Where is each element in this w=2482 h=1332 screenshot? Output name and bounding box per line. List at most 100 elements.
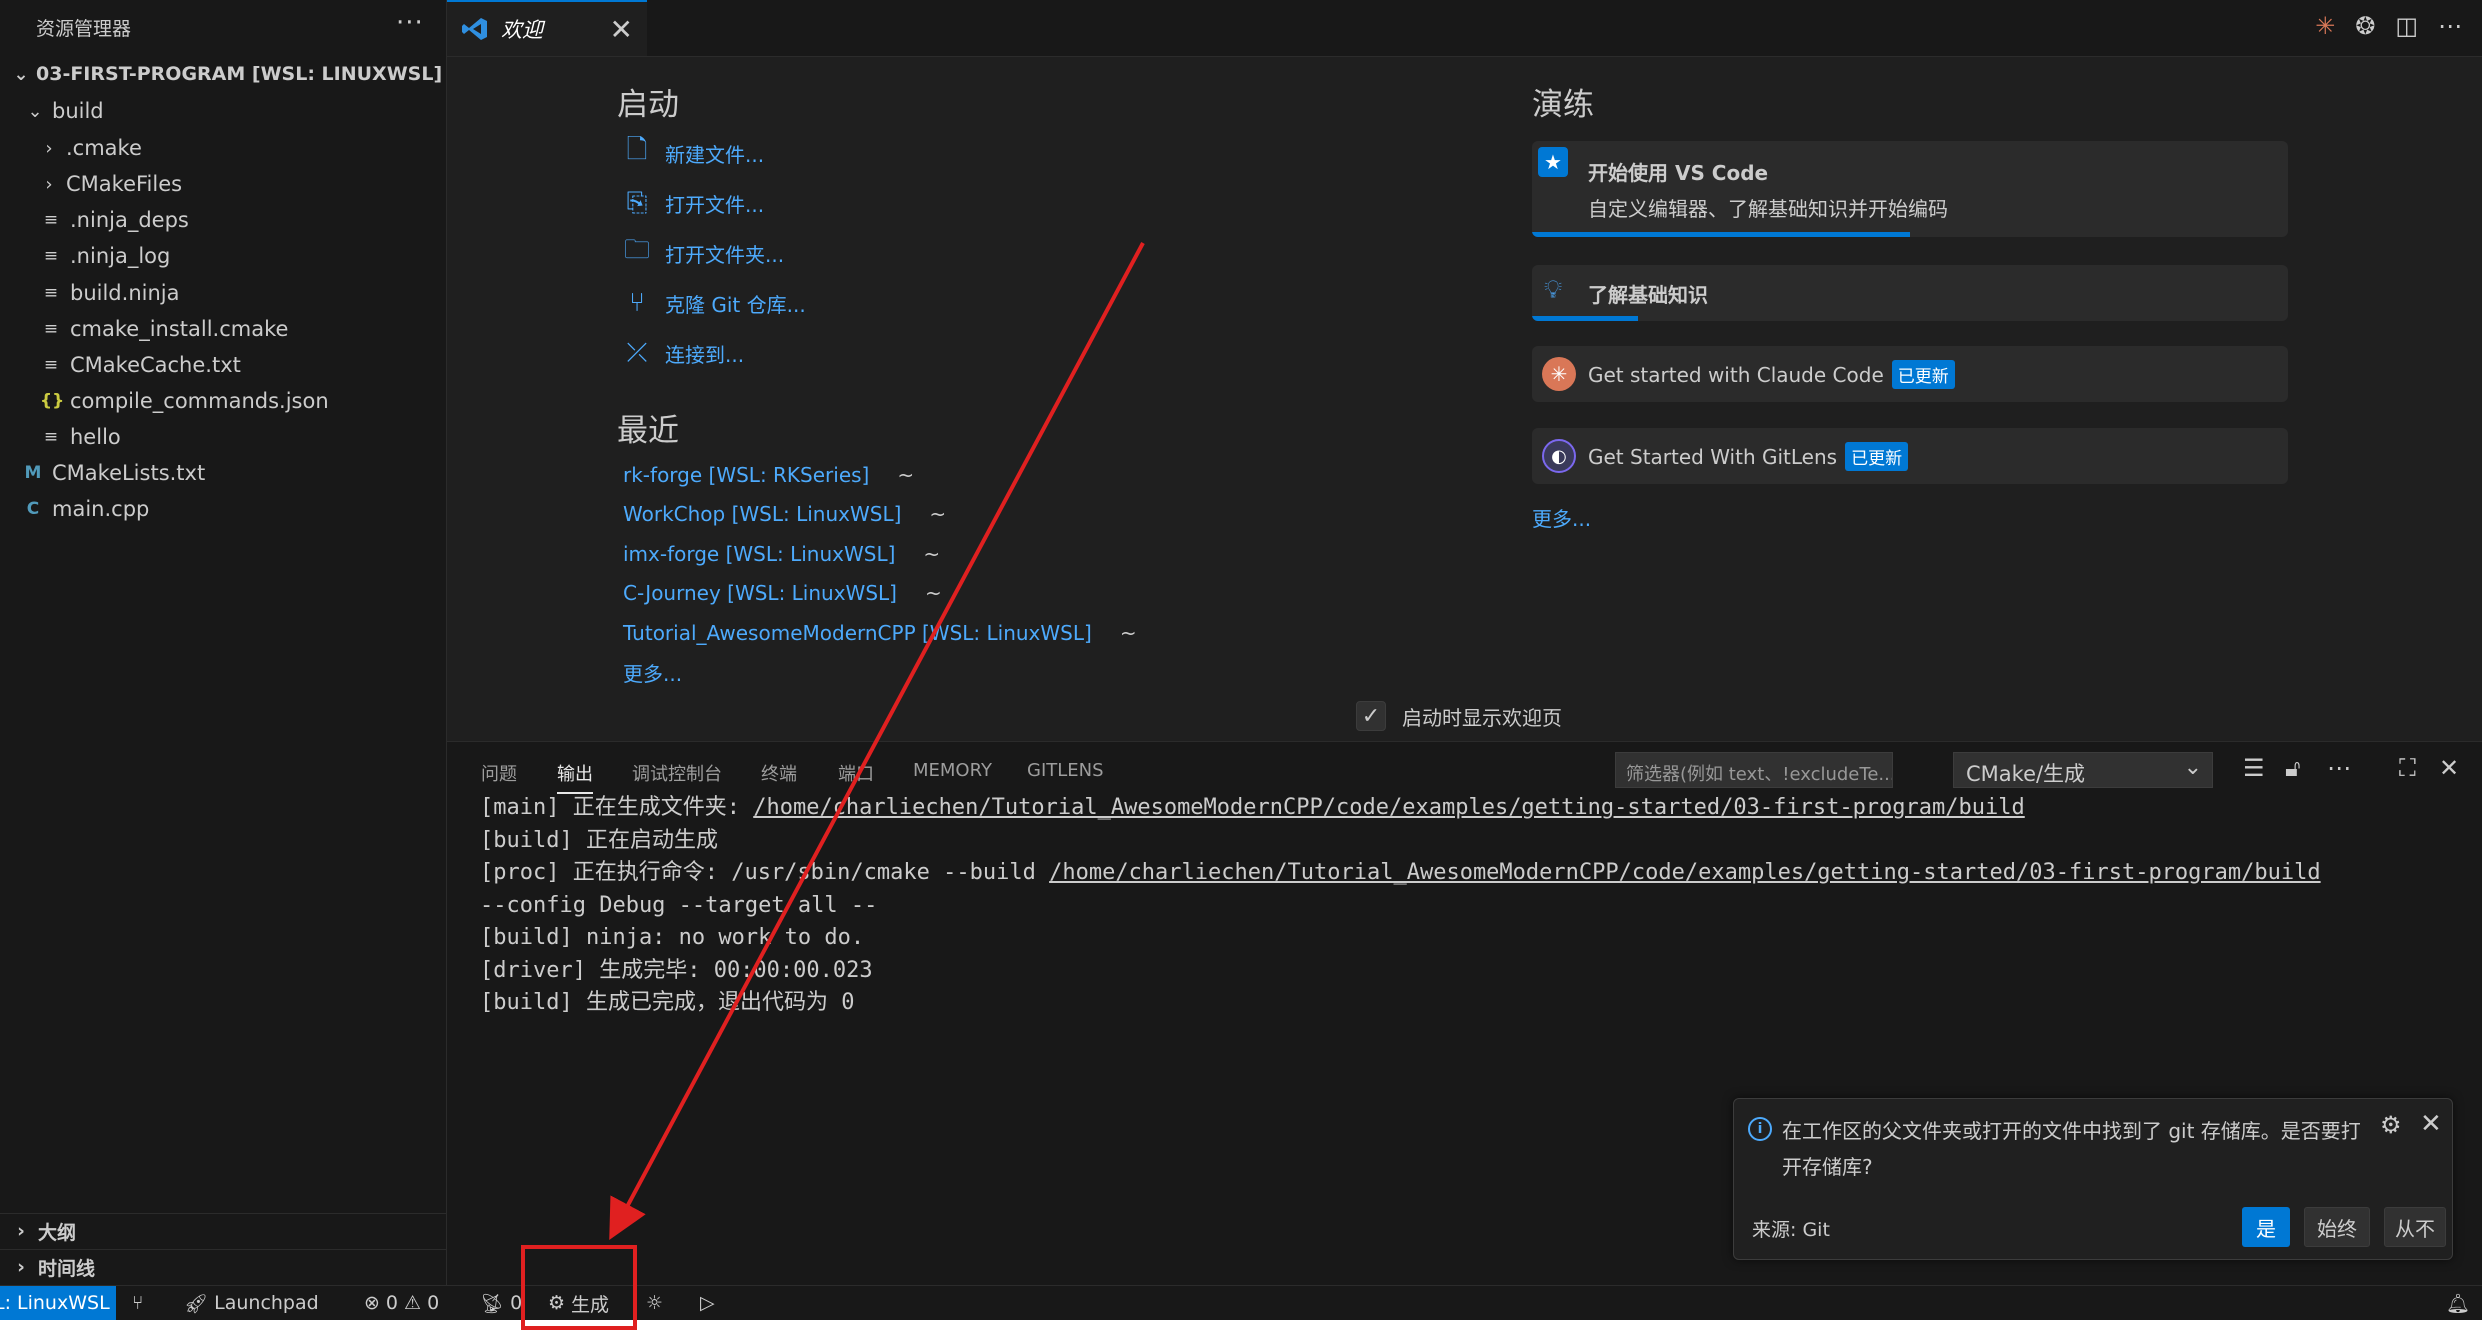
tree-item-main-cpp[interactable]: C main.cpp	[0, 492, 446, 526]
output-path-link[interactable]: /home/charliechen/Tutorial_AwesomeModern…	[753, 795, 2025, 820]
more-actions-icon[interactable]: ⋯	[2327, 754, 2351, 782]
output-line-text: --config Debug --target all --	[480, 892, 878, 918]
source-control-graph-icon[interactable]: ⑂	[132, 1286, 143, 1320]
more-actions-icon[interactable]: ···	[396, 8, 424, 38]
tree-item-hello[interactable]: ≡ hello	[0, 420, 446, 454]
build-label: 生成	[571, 1293, 610, 1316]
recent-item[interactable]: Tutorial_AwesomeModernCPP [WSL: LinuxWSL…	[623, 616, 1137, 650]
workspace-root[interactable]: ⌄ 03-FIRST-PROGRAM [WSL: LINUXWSL]	[0, 57, 446, 91]
run-icon[interactable]: ▷	[700, 1286, 715, 1320]
debug-icon[interactable]: ☼	[646, 1286, 663, 1320]
output-line-text: [proc] 正在执行命令: /usr/sbin/cmake --build	[480, 860, 1050, 885]
close-icon[interactable]: ✕	[2420, 1109, 2442, 1139]
output-line: [proc] 正在执行命令: /usr/sbin/cmake --build /…	[480, 857, 2321, 890]
file-lines-icon: ≡	[43, 427, 59, 447]
checkbox-checked-icon[interactable]: ✓	[1356, 701, 1386, 731]
walkthroughs-more-link[interactable]: 更多...	[1532, 503, 1591, 532]
open-file-label: 打开文件...	[665, 192, 765, 217]
tree-item-build[interactable]: ⌄ build	[0, 94, 446, 128]
show-welcome-on-startup[interactable]: ✓ 启动时显示欢迎页	[1356, 701, 1562, 731]
output-line-text: [main] 正在生成文件夹:	[480, 795, 754, 820]
tree-item-label: build.ninja	[70, 281, 180, 305]
file-lines-icon: ≡	[43, 319, 59, 339]
workspace-root-label: 03-FIRST-PROGRAM [WSL: LINUXWSL]	[36, 63, 443, 85]
tree-item-label: CMakeFiles	[66, 172, 183, 196]
tab-ports[interactable]: 端口	[838, 760, 874, 786]
close-icon[interactable]: ✕	[610, 13, 633, 46]
output-log: [main] 正在生成文件夹: /home/charliechen/Tutori…	[480, 792, 2321, 1020]
tree-item-ninja-log[interactable]: ≡ .ninja_log	[0, 239, 446, 273]
clear-output-icon[interactable]: ☰	[2243, 754, 2265, 782]
tree-item-label: .ninja_log	[70, 244, 171, 268]
recent-item-name: C-Journey [WSL: LinuxWSL]	[623, 581, 897, 605]
output-channel-select[interactable]: CMake/生成 ⌄	[1953, 752, 2213, 788]
problems-item[interactable]: ⊗ 0 ⚠ 0	[364, 1286, 439, 1320]
cmake-file-icon: M	[24, 463, 42, 483]
output-filter-input[interactable]: 筛选器(例如 text、!excludeTe...	[1615, 752, 1893, 788]
recent-item[interactable]: imx-forge [WSL: LinuxWSL] ~	[623, 537, 940, 571]
lock-icon[interactable]: 🔓︎	[2285, 754, 2301, 782]
output-line-text: [build] 生成已完成，退出代码为 0	[480, 990, 855, 1015]
clone-git-link[interactable]: ⑂ 克隆 Git 仓库...	[623, 283, 806, 323]
tree-item-cmakefiles[interactable]: › CMakeFiles	[0, 167, 446, 201]
tree-item-label: compile_commands.json	[70, 389, 329, 413]
close-panel-icon[interactable]: ✕	[2439, 754, 2459, 782]
open-folder-link[interactable]: 🗀 打开文件夹...	[623, 233, 784, 273]
output-path-link[interactable]: /home/charliechen/Tutorial_AwesomeModern…	[1049, 860, 2321, 885]
tree-item-ninja-deps[interactable]: ≡ .ninja_deps	[0, 203, 446, 237]
recent-item[interactable]: WorkChop [WSL: LinuxWSL] ~	[623, 497, 946, 531]
gear-icon[interactable]: ⚙	[2380, 1111, 2402, 1139]
launchpad-item[interactable]: 🚀︎ Launchpad	[184, 1286, 319, 1320]
tree-item-cmake-dir[interactable]: › .cmake	[0, 131, 446, 165]
new-file-link[interactable]: 🗋 新建文件...	[623, 133, 765, 173]
tab-terminal[interactable]: 终端	[761, 760, 797, 786]
split-editor-icon[interactable]: ◫	[2395, 12, 2418, 40]
always-button[interactable]: 始终	[2304, 1207, 2370, 1247]
walkthrough-title: 开始使用 VS Code	[1588, 161, 1769, 185]
maximize-panel-icon[interactable]: ⛶	[2399, 754, 2416, 782]
claude-icon[interactable]: ✳	[2315, 12, 2335, 40]
tree-item-cmake-install[interactable]: ≡ cmake_install.cmake	[0, 312, 446, 346]
tree-item-label: CMakeCache.txt	[70, 353, 241, 377]
file-lines-icon: ≡	[43, 210, 59, 230]
walkthroughs-heading: 演练	[1532, 87, 1594, 123]
chatgpt-icon[interactable]: ❂	[2355, 12, 2375, 40]
never-button[interactable]: 从不	[2384, 1207, 2446, 1247]
connect-to-link[interactable]: ⤫ 连接到...	[623, 333, 744, 373]
walkthrough-title: 了解基础知识	[1588, 283, 1708, 307]
tab-problems[interactable]: 问题	[481, 760, 517, 786]
walkthrough-fundamentals[interactable]: 💡︎ 了解基础知识	[1532, 265, 2288, 321]
open-file-link[interactable]: ⎘ 打开文件...	[623, 183, 764, 223]
remote-indicator[interactable]: L: LinuxWSL	[0, 1286, 116, 1320]
walkthrough-claude-code[interactable]: ✳ Get started with Claude Code 已更新	[1532, 346, 2288, 402]
error-count: 0	[385, 1292, 399, 1314]
more-actions-icon[interactable]: ⋯	[2438, 12, 2462, 40]
recent-more-link[interactable]: 更多...	[623, 658, 682, 687]
output-line: [driver] 生成完毕: 00:00:00.023	[480, 955, 2321, 988]
open-folder-icon: 🗀	[623, 235, 650, 265]
recent-heading: 最近	[617, 413, 679, 449]
tree-item-cmakecache[interactable]: ≡ CMakeCache.txt	[0, 348, 446, 382]
timeline-section[interactable]: › 时间线	[0, 1249, 446, 1284]
tree-item-compile-commands[interactable]: {} compile_commands.json	[0, 384, 446, 418]
recent-item[interactable]: rk-forge [WSL: RKSeries] ~	[623, 458, 914, 492]
tree-item-cmakelists[interactable]: M CMakeLists.txt	[0, 456, 446, 490]
recent-item[interactable]: C-Journey [WSL: LinuxWSL] ~	[623, 576, 942, 610]
tab-welcome[interactable]: 欢迎 ✕	[447, 0, 647, 56]
outline-section[interactable]: › 大纲	[0, 1213, 446, 1248]
walkthrough-progress	[1532, 232, 1910, 237]
walkthrough-gitlens[interactable]: ◐ Get Started With GitLens 已更新	[1532, 428, 2288, 484]
walkthrough-get-started[interactable]: ★ 开始使用 VS Code 自定义编辑器、了解基础知识并开始编码	[1532, 141, 2288, 237]
tab-debug-console[interactable]: 调试控制台	[632, 760, 722, 786]
cmake-build-button[interactable]: ⚙ 生成	[548, 1286, 609, 1320]
yes-button[interactable]: 是	[2242, 1207, 2290, 1247]
tab-memory[interactable]: MEMORY	[913, 760, 992, 781]
vscode-window: 资源管理器 ··· ⌄ 03-FIRST-PROGRAM [WSL: LINUX…	[0, 0, 2482, 1320]
tree-item-build-ninja[interactable]: ≡ build.ninja	[0, 276, 446, 310]
ports-item[interactable]: 📡︎ 0	[480, 1286, 522, 1320]
notifications-bell-icon[interactable]: 🔔︎	[2446, 1286, 2470, 1320]
tab-output[interactable]: 输出	[557, 760, 593, 794]
tab-gitlens[interactable]: GITLENS	[1027, 760, 1104, 781]
recent-item-path: ~	[897, 463, 915, 487]
tree-item-label: cmake_install.cmake	[70, 317, 289, 341]
